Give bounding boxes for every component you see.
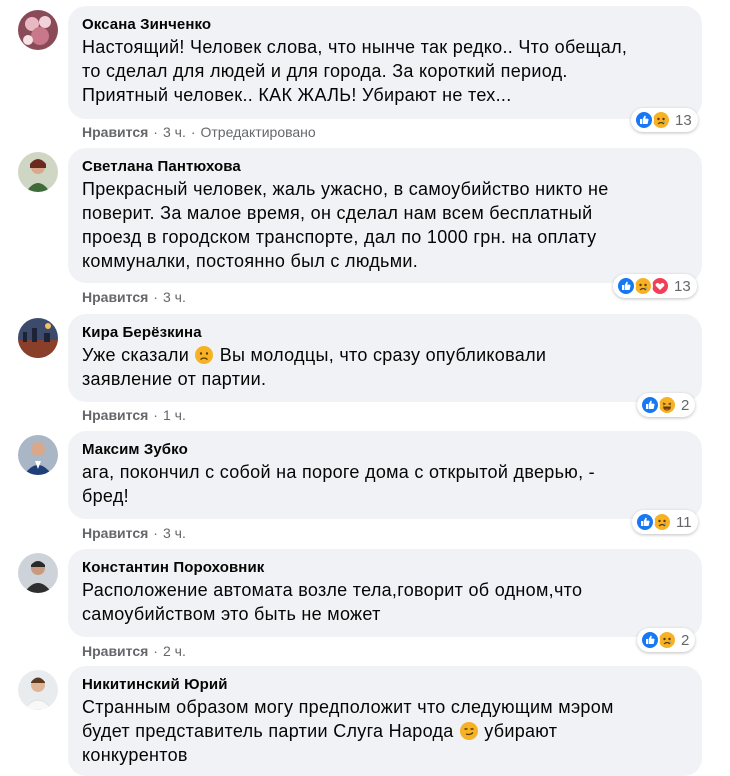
separator: ·	[190, 124, 196, 140]
comment-text-part: будет представитель партии Слуга Народа	[82, 721, 459, 741]
like-icon	[640, 630, 660, 650]
avatar[interactable]	[18, 10, 58, 50]
separator: ·	[153, 124, 158, 140]
comment-author[interactable]: Максим Зубко	[82, 440, 688, 460]
comment-line: то сделал для людей и для города. За кор…	[82, 61, 568, 81]
separator: ·	[153, 407, 158, 423]
comment-line: бред!	[82, 486, 129, 506]
sad-icon	[651, 110, 671, 130]
comment-time[interactable]: 2 ч.	[163, 643, 186, 659]
comment-bubble: Оксана Зинченко Настоящий! Человек слова…	[68, 6, 702, 119]
comment-text: Расположение автомата возле тела,говорит…	[82, 578, 688, 626]
reaction-summary[interactable]: 2	[637, 628, 696, 652]
like-link[interactable]: Нравится	[82, 289, 148, 305]
comment-line: будет представитель партии Слуга Народа …	[82, 719, 688, 743]
comment-text-part: убирают	[478, 721, 558, 741]
sad-icon	[657, 630, 677, 650]
comment-author[interactable]: Оксана Зинченко	[82, 15, 688, 35]
like-link[interactable]: Нравится	[82, 124, 148, 140]
comment-time[interactable]: 3 ч.	[163, 289, 186, 305]
comment-line: поверит. За малое время, он сделал нам в…	[82, 203, 593, 223]
comment-author[interactable]: Кира Берёзкина	[82, 323, 688, 343]
comment-line: проезд в городском транспорте, дал по 10…	[82, 227, 597, 247]
reaction-count: 2	[681, 396, 690, 414]
comment-meta: Нравится · 1 ч.	[82, 406, 186, 424]
comment-meta: Нравится · 3 ч. · Отредактировано	[82, 123, 316, 141]
avatar[interactable]	[18, 670, 58, 710]
comment-text: ага, покончил с собой на пороге дома с о…	[82, 460, 688, 508]
comment-meta: Нравится · 3 ч.	[82, 288, 186, 306]
sad-icon	[633, 276, 653, 296]
comment-author[interactable]: Никитинский Юрий	[82, 675, 688, 695]
avatar[interactable]	[18, 435, 58, 475]
like-icon	[616, 276, 636, 296]
comment-time[interactable]: 3 ч.	[163, 525, 186, 541]
comment-text: Настоящий! Человек слова, что нынче так …	[82, 35, 688, 107]
reaction-count: 11	[676, 513, 692, 531]
comment-text-part: Уже сказали	[82, 345, 195, 365]
comment-bubble: Светлана Пантюхова Прекрасный человек, ж…	[68, 148, 702, 283]
comment-line: Расположение автомата возле тела,говорит…	[82, 580, 583, 600]
avatar[interactable]	[18, 553, 58, 593]
comment-meta: Нравится · 3 ч.	[82, 524, 186, 542]
reaction-count: 2	[681, 631, 690, 649]
comment-bubble: Никитинский Юрий Странным образом могу п…	[68, 666, 702, 776]
edited-label: Отредактировано	[200, 124, 316, 140]
separator: ·	[153, 525, 158, 541]
comment-line: ага, покончил с собой на пороге дома с о…	[82, 462, 595, 482]
comment-line: конкурентов	[82, 745, 188, 765]
reaction-count: 13	[675, 111, 692, 129]
frowning-face-icon	[194, 345, 214, 365]
smirking-face-icon	[459, 721, 479, 741]
avatar[interactable]	[18, 152, 58, 192]
comment-meta: Нравится · 2 ч.	[82, 642, 186, 660]
reaction-summary[interactable]: 11	[632, 510, 698, 534]
comment-bubble: Константин Пороховник Расположение автом…	[68, 549, 702, 637]
reaction-count: 13	[674, 277, 691, 295]
like-link[interactable]: Нравится	[82, 407, 148, 423]
like-icon	[640, 395, 660, 415]
comment-text: Странным образом могу предположит что сл…	[82, 695, 688, 767]
separator: ·	[153, 289, 158, 305]
comment-bubble: Кира Берёзкина Уже сказали Вы молодцы, ч…	[68, 314, 702, 402]
reaction-summary[interactable]: 13	[613, 274, 697, 298]
reaction-summary[interactable]: 13	[631, 108, 698, 132]
comment-author[interactable]: Светлана Пантюхова	[82, 157, 688, 177]
comment-line: Приятный человек.. КАК ЖАЛЬ! Убирают не …	[82, 85, 512, 105]
like-link[interactable]: Нравится	[82, 525, 148, 541]
comment-text: Уже сказали Вы молодцы, что сразу опубли…	[82, 343, 688, 391]
comment-line: Уже сказали Вы молодцы, что сразу опубли…	[82, 343, 688, 367]
comment-line: самоубийством это быть не может	[82, 604, 381, 624]
comment-text: Прекрасный человек, жаль ужасно, в самоу…	[82, 177, 688, 273]
sad-icon	[652, 512, 672, 532]
comment-author[interactable]: Константин Пороховник	[82, 558, 688, 578]
separator: ·	[153, 643, 158, 659]
comment-line: Прекрасный человек, жаль ужасно, в самоу…	[82, 179, 609, 199]
like-icon	[635, 512, 655, 532]
comment-line: заявление от партии.	[82, 369, 267, 389]
reaction-summary[interactable]: 2	[637, 393, 696, 417]
comment-text-part: Вы молодцы, что сразу опубликовали	[214, 345, 547, 365]
comment-line: Настоящий! Человек слова, что нынче так …	[82, 37, 628, 57]
avatar[interactable]	[18, 318, 58, 358]
like-link[interactable]: Нравится	[82, 643, 148, 659]
haha-icon	[657, 395, 677, 415]
comment-time[interactable]: 1 ч.	[163, 407, 186, 423]
comment-time[interactable]: 3 ч.	[163, 124, 186, 140]
comment-line: коммуналки, постоянно был с людьми.	[82, 251, 419, 271]
like-icon	[634, 110, 654, 130]
love-icon	[650, 276, 670, 296]
comment-bubble: Максим Зубко ага, покончил с собой на по…	[68, 431, 702, 519]
comment-line: Странным образом могу предположит что сл…	[82, 697, 614, 717]
